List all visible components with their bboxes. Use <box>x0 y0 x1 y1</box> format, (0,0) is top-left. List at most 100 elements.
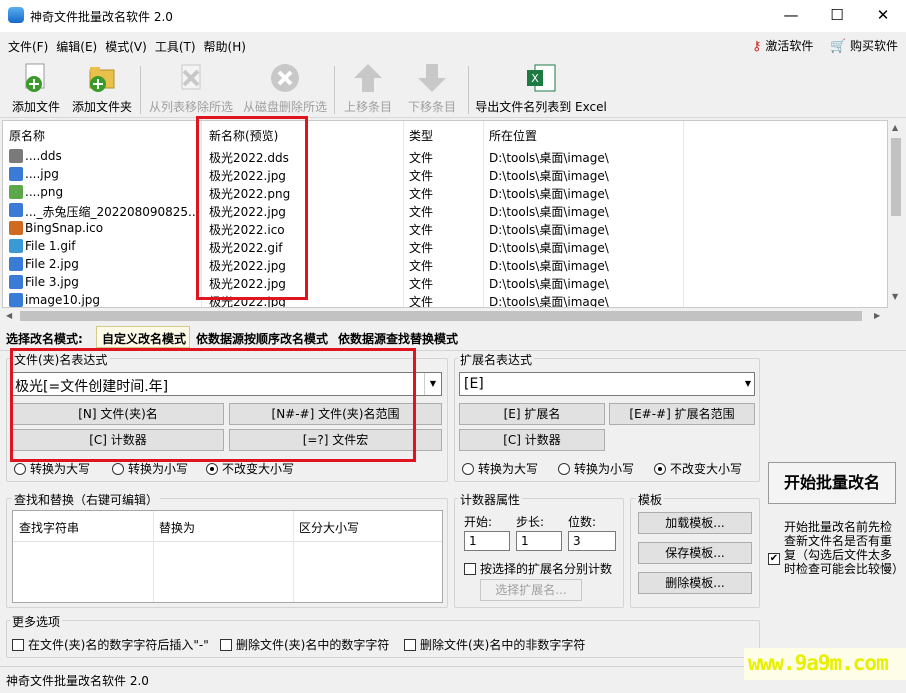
radio-label: 转换为小写 <box>574 462 635 476</box>
scroll-down-icon[interactable]: ▼ <box>892 292 898 301</box>
delete-non-digits-checkbox[interactable]: 删除文件(夹)名中的非数字字符 <box>404 636 585 653</box>
tab-custom-mode-label: 自定义改名模式 <box>102 332 187 346</box>
menu-mode[interactable]: 模式(V) <box>101 34 151 59</box>
column-header-case-sensitive: 区分大小写 <box>299 521 360 535</box>
menu-edit[interactable]: 编辑(E) <box>52 34 101 59</box>
add-file-button[interactable]: 添加文件 <box>8 62 64 115</box>
column-header-replace: 替换为 <box>159 521 196 535</box>
scroll-right-icon[interactable]: ▶ <box>874 311 880 320</box>
scrollbar-thumb[interactable] <box>891 138 901 216</box>
title-bar: 神奇文件批量改名软件 2.0 — ☐ ✕ <box>0 0 906 32</box>
checkbox-checked-icon: ✔ <box>768 553 780 565</box>
vertical-scrollbar[interactable]: ▲ ▼ <box>888 120 904 308</box>
file-row[interactable]: File 1.gif 极光2022.gif 文件 D:\tools\桌面\image\ <box>3 237 887 255</box>
insert-dash-checkbox[interactable]: 在文件(夹)名的数字字符后插入"-" <box>12 636 209 653</box>
counter-digits-input[interactable]: 3 <box>568 531 616 551</box>
activate-software-link[interactable]: ⚷ 激活软件 <box>752 37 813 54</box>
column-header-find: 查找字符串 <box>19 521 80 535</box>
file-row[interactable]: File 3.jpg 极光2022.jpg 文件 D:\tools\桌面\image\ <box>3 273 887 291</box>
file-row[interactable]: ..._赤兔压缩_202208090825... 极光2022.jpg 文件 D:\t… <box>3 201 887 219</box>
column-header-original-name[interactable]: 原名称 <box>9 127 45 144</box>
add-file-label: 添加文件 <box>11 100 60 114</box>
delete-digits-checkbox[interactable]: 删除文件(夹)名中的数字字符 <box>220 636 389 653</box>
radio-label: 转换为大写 <box>30 462 91 476</box>
original-name-cell: File 3.jpg <box>25 275 79 289</box>
close-button[interactable]: ✕ <box>860 0 906 32</box>
menu-help[interactable]: 帮助(H) <box>200 34 250 59</box>
save-template-button[interactable]: 保存模板... <box>638 542 752 564</box>
menu-bar: 文件(F) 编辑(E) 模式(V) 工具(T) 帮助(H) ⚷ 激活软件 🛒 购买软件 <box>0 34 906 56</box>
ico-file-icon <box>9 221 23 235</box>
start-batch-rename-button[interactable]: 开始批量改名 <box>768 462 896 504</box>
remove-from-list-button[interactable]: 从列表移除所选 <box>146 62 236 115</box>
check-duplicates-checkbox[interactable]: ✔ <box>768 548 784 565</box>
toolbar-separator <box>140 66 141 114</box>
original-name-cell: image10.jpg <box>25 293 101 307</box>
file-location-cell: D:\tools\桌面\image\ <box>489 259 609 273</box>
chevron-down-icon[interactable]: ▼ <box>424 373 441 395</box>
add-folder-button[interactable]: 添加文件夹 <box>68 62 136 115</box>
column-header-type[interactable]: 类型 <box>409 127 433 144</box>
remove-from-list-label: 从列表移除所选 <box>148 100 233 114</box>
tab-find-replace-mode[interactable]: 依数据源查找替换模式 <box>338 330 458 347</box>
ext-lowercase-radio[interactable]: 转换为小写 <box>558 460 634 477</box>
scroll-up-icon[interactable]: ▲ <box>892 123 898 132</box>
file-row[interactable]: ....jpg 极光2022.jpg 文件 D:\tools\桌面\image\ <box>3 165 887 183</box>
file-location-cell: D:\tools\桌面\image\ <box>489 151 609 165</box>
arrow-down-icon <box>416 62 448 94</box>
export-excel-button[interactable]: X 导出文件名列表到 Excel <box>474 62 608 115</box>
toolbar-separator <box>334 66 335 114</box>
scroll-left-icon[interactable]: ◀ <box>6 311 12 320</box>
radio-icon <box>558 463 570 475</box>
delete-from-disk-label: 从磁盘删除所选 <box>242 100 327 114</box>
insert-extension-range-button[interactable]: [E#-#] 扩展名范围 <box>609 403 755 425</box>
column-divider <box>153 511 154 602</box>
checkbox-icon <box>12 639 24 651</box>
buy-software-link[interactable]: 🛒 购买软件 <box>830 37 898 54</box>
radio-selected-icon <box>654 463 666 475</box>
file-row[interactable]: image10.jpg 极光2022.jpg 文件 D:\tools\桌面\image… <box>3 291 887 307</box>
name-lowercase-radio[interactable]: 转换为小写 <box>112 460 188 477</box>
original-name-cell: ....dds <box>25 149 62 163</box>
column-header-location[interactable]: 所在位置 <box>489 127 537 144</box>
move-up-button[interactable]: 上移条目 <box>340 62 396 115</box>
delete-from-disk-button[interactable]: 从磁盘删除所选 <box>240 62 330 115</box>
delete-icon <box>269 62 301 94</box>
counter-start-input[interactable]: 1 <box>464 531 510 551</box>
horizontal-scrollbar[interactable]: ◀ ▶ <box>2 308 888 324</box>
scrollbar-thumb[interactable] <box>20 311 862 321</box>
file-row[interactable]: File 2.jpg 极光2022.jpg 文件 D:\tools\桌面\image\ <box>3 255 887 273</box>
tab-sequential-mode[interactable]: 依数据源按顺序改名模式 <box>196 330 328 347</box>
select-extension-button[interactable]: 选择扩展名... <box>480 579 582 601</box>
counter-step-input[interactable]: 1 <box>516 531 562 551</box>
menu-tools[interactable]: 工具(T) <box>151 34 200 59</box>
name-uppercase-radio[interactable]: 转换为大写 <box>14 460 90 477</box>
maximize-button[interactable]: ☐ <box>814 0 860 32</box>
insert-ext-counter-button[interactable]: [C] 计数器 <box>459 429 605 451</box>
file-row[interactable]: ....dds 极光2022.dds 文件 D:\tools\桌面\image\ <box>3 147 887 165</box>
chevron-down-icon[interactable]: ▼ <box>745 373 751 395</box>
file-location-cell: D:\tools\桌面\image\ <box>489 187 609 201</box>
load-template-button[interactable]: 加载模板... <box>638 512 752 534</box>
radio-label: 转换为大写 <box>478 462 539 476</box>
jpg-file-icon <box>9 275 23 289</box>
find-replace-table[interactable]: 查找字符串 替换为 区分大小写 <box>12 510 443 603</box>
file-type-cell: 文件 <box>409 151 434 165</box>
menu-file[interactable]: 文件(F) <box>4 34 52 59</box>
tab-custom-mode[interactable]: 自定义改名模式 <box>96 326 190 348</box>
insert-extension-button[interactable]: [E] 扩展名 <box>459 403 605 425</box>
file-location-cell: D:\tools\桌面\image\ <box>489 223 609 237</box>
move-down-button[interactable]: 下移条目 <box>404 62 460 115</box>
minimize-button[interactable]: — <box>768 0 814 32</box>
file-list[interactable]: 原名称 新名称(预览) 类型 所在位置 ....dds 极光2022.dds 文件 D… <box>2 120 888 308</box>
remove-file-icon <box>175 62 207 94</box>
ext-keep-case-radio[interactable]: 不改变大小写 <box>654 460 742 477</box>
file-row[interactable]: ....png 极光2022.png 文件 D:\tools\桌面\image\ <box>3 183 887 201</box>
name-keep-case-radio[interactable]: 不改变大小写 <box>206 460 294 477</box>
ext-uppercase-radio[interactable]: 转换为大写 <box>462 460 538 477</box>
file-location-cell: D:\tools\桌面\image\ <box>489 205 609 219</box>
file-row[interactable]: BingSnap.ico 极光2022.ico 文件 D:\tools\桌面\imag… <box>3 219 887 237</box>
delete-template-button[interactable]: 删除模板... <box>638 572 752 594</box>
count-by-extension-checkbox[interactable]: 按选择的扩展名分别计数 <box>464 560 612 577</box>
extension-expression-combo[interactable]: [E] ▼ <box>459 372 755 396</box>
